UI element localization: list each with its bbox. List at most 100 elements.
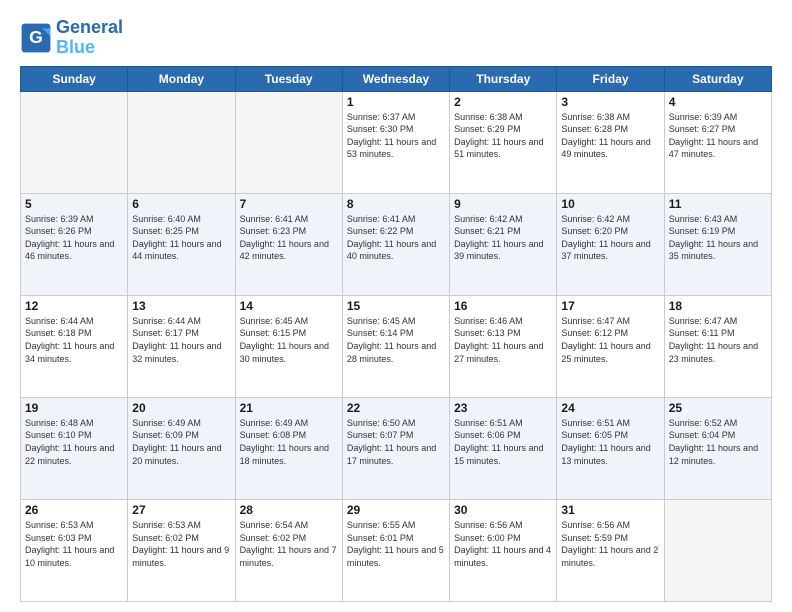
day-number: 13 bbox=[132, 299, 230, 313]
day-number: 15 bbox=[347, 299, 445, 313]
calendar-cell: 18 Sunrise: 6:47 AM Sunset: 6:11 PM Dayli… bbox=[664, 295, 771, 397]
day-number: 20 bbox=[132, 401, 230, 415]
calendar-cell: 28 Sunrise: 6:54 AM Sunset: 6:02 PM Dayli… bbox=[235, 499, 342, 601]
calendar-cell: 27 Sunrise: 6:53 AM Sunset: 6:02 PM Dayli… bbox=[128, 499, 235, 601]
calendar-cell bbox=[235, 91, 342, 193]
day-info: Sunrise: 6:49 AM Sunset: 6:09 PM Dayligh… bbox=[132, 417, 230, 467]
week-row-1: 1 Sunrise: 6:37 AM Sunset: 6:30 PM Daylig… bbox=[21, 91, 772, 193]
calendar-cell: 15 Sunrise: 6:45 AM Sunset: 6:14 PM Dayli… bbox=[342, 295, 449, 397]
day-number: 7 bbox=[240, 197, 338, 211]
day-number: 28 bbox=[240, 503, 338, 517]
calendar-cell: 13 Sunrise: 6:44 AM Sunset: 6:17 PM Dayli… bbox=[128, 295, 235, 397]
day-number: 31 bbox=[561, 503, 659, 517]
day-number: 1 bbox=[347, 95, 445, 109]
day-number: 12 bbox=[25, 299, 123, 313]
day-number: 6 bbox=[132, 197, 230, 211]
logo-text: General Blue bbox=[56, 18, 123, 58]
calendar-cell bbox=[21, 91, 128, 193]
day-info: Sunrise: 6:44 AM Sunset: 6:17 PM Dayligh… bbox=[132, 315, 230, 365]
day-number: 8 bbox=[347, 197, 445, 211]
day-info: Sunrise: 6:49 AM Sunset: 6:08 PM Dayligh… bbox=[240, 417, 338, 467]
day-number: 29 bbox=[347, 503, 445, 517]
week-row-4: 19Sunrise: 6:48 AM Sunset: 6:10 PM Dayli… bbox=[21, 397, 772, 499]
calendar-cell: 22 Sunrise: 6:50 AM Sunset: 6:07 PM Dayli… bbox=[342, 397, 449, 499]
day-number: 24 bbox=[561, 401, 659, 415]
day-info: Sunrise: 6:56 AM Sunset: 5:59 PM Dayligh… bbox=[561, 519, 659, 569]
calendar-cell: 19Sunrise: 6:48 AM Sunset: 6:10 PM Dayli… bbox=[21, 397, 128, 499]
day-number: 16 bbox=[454, 299, 552, 313]
day-info: Sunrise: 6:51 AM Sunset: 6:05 PM Dayligh… bbox=[561, 417, 659, 467]
calendar-table: SundayMondayTuesdayWednesdayThursdayFrid… bbox=[20, 66, 772, 602]
day-number: 11 bbox=[669, 197, 767, 211]
day-info: Sunrise: 6:41 AM Sunset: 6:23 PM Dayligh… bbox=[240, 213, 338, 263]
day-number: 30 bbox=[454, 503, 552, 517]
day-number: 18 bbox=[669, 299, 767, 313]
calendar-cell: 14 Sunrise: 6:45 AM Sunset: 6:15 PM Dayli… bbox=[235, 295, 342, 397]
day-info: Sunrise: 6:56 AM Sunset: 6:00 PM Dayligh… bbox=[454, 519, 552, 569]
day-number: 5 bbox=[25, 197, 123, 211]
calendar-cell bbox=[128, 91, 235, 193]
calendar-cell: 29 Sunrise: 6:55 AM Sunset: 6:01 PM Dayli… bbox=[342, 499, 449, 601]
calendar-cell: 3Sunrise: 6:38 AM Sunset: 6:28 PM Daylig… bbox=[557, 91, 664, 193]
calendar-cell: 12 Sunrise: 6:44 AM Sunset: 6:18 PM Dayli… bbox=[21, 295, 128, 397]
day-number: 27 bbox=[132, 503, 230, 517]
day-number: 4 bbox=[669, 95, 767, 109]
weekday-header-sunday: Sunday bbox=[21, 66, 128, 91]
calendar-cell: 16Sunrise: 6:46 AM Sunset: 6:13 PM Dayli… bbox=[450, 295, 557, 397]
logo: G General Blue bbox=[20, 18, 123, 58]
day-info: Sunrise: 6:45 AM Sunset: 6:15 PM Dayligh… bbox=[240, 315, 338, 365]
calendar-cell: 24 Sunrise: 6:51 AM Sunset: 6:05 PM Dayli… bbox=[557, 397, 664, 499]
day-info: Sunrise: 6:37 AM Sunset: 6:30 PM Dayligh… bbox=[347, 111, 445, 161]
day-number: 10 bbox=[561, 197, 659, 211]
day-info: Sunrise: 6:42 AM Sunset: 6:20 PM Dayligh… bbox=[561, 213, 659, 263]
day-info: Sunrise: 6:47 AM Sunset: 6:11 PM Dayligh… bbox=[669, 315, 767, 365]
day-info: Sunrise: 6:50 AM Sunset: 6:07 PM Dayligh… bbox=[347, 417, 445, 467]
calendar-cell bbox=[664, 499, 771, 601]
day-info: Sunrise: 6:41 AM Sunset: 6:22 PM Dayligh… bbox=[347, 213, 445, 263]
calendar-cell: 2Sunrise: 6:38 AM Sunset: 6:29 PM Daylig… bbox=[450, 91, 557, 193]
day-info: Sunrise: 6:43 AM Sunset: 6:19 PM Dayligh… bbox=[669, 213, 767, 263]
weekday-header-friday: Friday bbox=[557, 66, 664, 91]
day-number: 14 bbox=[240, 299, 338, 313]
svg-text:G: G bbox=[29, 27, 43, 47]
calendar-cell: 7 Sunrise: 6:41 AM Sunset: 6:23 PM Daylig… bbox=[235, 193, 342, 295]
day-number: 22 bbox=[347, 401, 445, 415]
day-info: Sunrise: 6:44 AM Sunset: 6:18 PM Dayligh… bbox=[25, 315, 123, 365]
header: G General Blue bbox=[20, 18, 772, 58]
day-info: Sunrise: 6:40 AM Sunset: 6:25 PM Dayligh… bbox=[132, 213, 230, 263]
day-info: Sunrise: 6:42 AM Sunset: 6:21 PM Dayligh… bbox=[454, 213, 552, 263]
calendar-cell: 20 Sunrise: 6:49 AM Sunset: 6:09 PM Dayli… bbox=[128, 397, 235, 499]
calendar-cell: 4 Sunrise: 6:39 AM Sunset: 6:27 PM Daylig… bbox=[664, 91, 771, 193]
weekday-header-wednesday: Wednesday bbox=[342, 66, 449, 91]
day-info: Sunrise: 6:55 AM Sunset: 6:01 PM Dayligh… bbox=[347, 519, 445, 569]
day-number: 26 bbox=[25, 503, 123, 517]
logo-icon: G bbox=[20, 22, 52, 54]
day-number: 25 bbox=[669, 401, 767, 415]
week-row-3: 12 Sunrise: 6:44 AM Sunset: 6:18 PM Dayli… bbox=[21, 295, 772, 397]
calendar-cell: 25 Sunrise: 6:52 AM Sunset: 6:04 PM Dayli… bbox=[664, 397, 771, 499]
day-number: 3 bbox=[561, 95, 659, 109]
calendar-cell: 6 Sunrise: 6:40 AM Sunset: 6:25 PM Daylig… bbox=[128, 193, 235, 295]
day-info: Sunrise: 6:53 AM Sunset: 6:03 PM Dayligh… bbox=[25, 519, 123, 569]
calendar-cell: 9Sunrise: 6:42 AM Sunset: 6:21 PM Daylig… bbox=[450, 193, 557, 295]
day-number: 21 bbox=[240, 401, 338, 415]
calendar-cell: 30 Sunrise: 6:56 AM Sunset: 6:00 PM Dayli… bbox=[450, 499, 557, 601]
day-info: Sunrise: 6:47 AM Sunset: 6:12 PM Dayligh… bbox=[561, 315, 659, 365]
day-info: Sunrise: 6:38 AM Sunset: 6:29 PM Dayligh… bbox=[454, 111, 552, 161]
calendar-cell: 23Sunrise: 6:51 AM Sunset: 6:06 PM Dayli… bbox=[450, 397, 557, 499]
day-info: Sunrise: 6:53 AM Sunset: 6:02 PM Dayligh… bbox=[132, 519, 230, 569]
calendar-cell: 11 Sunrise: 6:43 AM Sunset: 6:19 PM Dayli… bbox=[664, 193, 771, 295]
day-info: Sunrise: 6:39 AM Sunset: 6:27 PM Dayligh… bbox=[669, 111, 767, 161]
day-info: Sunrise: 6:54 AM Sunset: 6:02 PM Dayligh… bbox=[240, 519, 338, 569]
weekday-header-thursday: Thursday bbox=[450, 66, 557, 91]
weekday-header-tuesday: Tuesday bbox=[235, 66, 342, 91]
calendar-cell: 26 Sunrise: 6:53 AM Sunset: 6:03 PM Dayli… bbox=[21, 499, 128, 601]
day-info: Sunrise: 6:39 AM Sunset: 6:26 PM Dayligh… bbox=[25, 213, 123, 263]
day-info: Sunrise: 6:52 AM Sunset: 6:04 PM Dayligh… bbox=[669, 417, 767, 467]
calendar-cell: 10 Sunrise: 6:42 AM Sunset: 6:20 PM Dayli… bbox=[557, 193, 664, 295]
day-number: 19 bbox=[25, 401, 123, 415]
day-number: 23 bbox=[454, 401, 552, 415]
calendar-cell: 5 Sunrise: 6:39 AM Sunset: 6:26 PM Daylig… bbox=[21, 193, 128, 295]
weekday-header-saturday: Saturday bbox=[664, 66, 771, 91]
day-info: Sunrise: 6:45 AM Sunset: 6:14 PM Dayligh… bbox=[347, 315, 445, 365]
